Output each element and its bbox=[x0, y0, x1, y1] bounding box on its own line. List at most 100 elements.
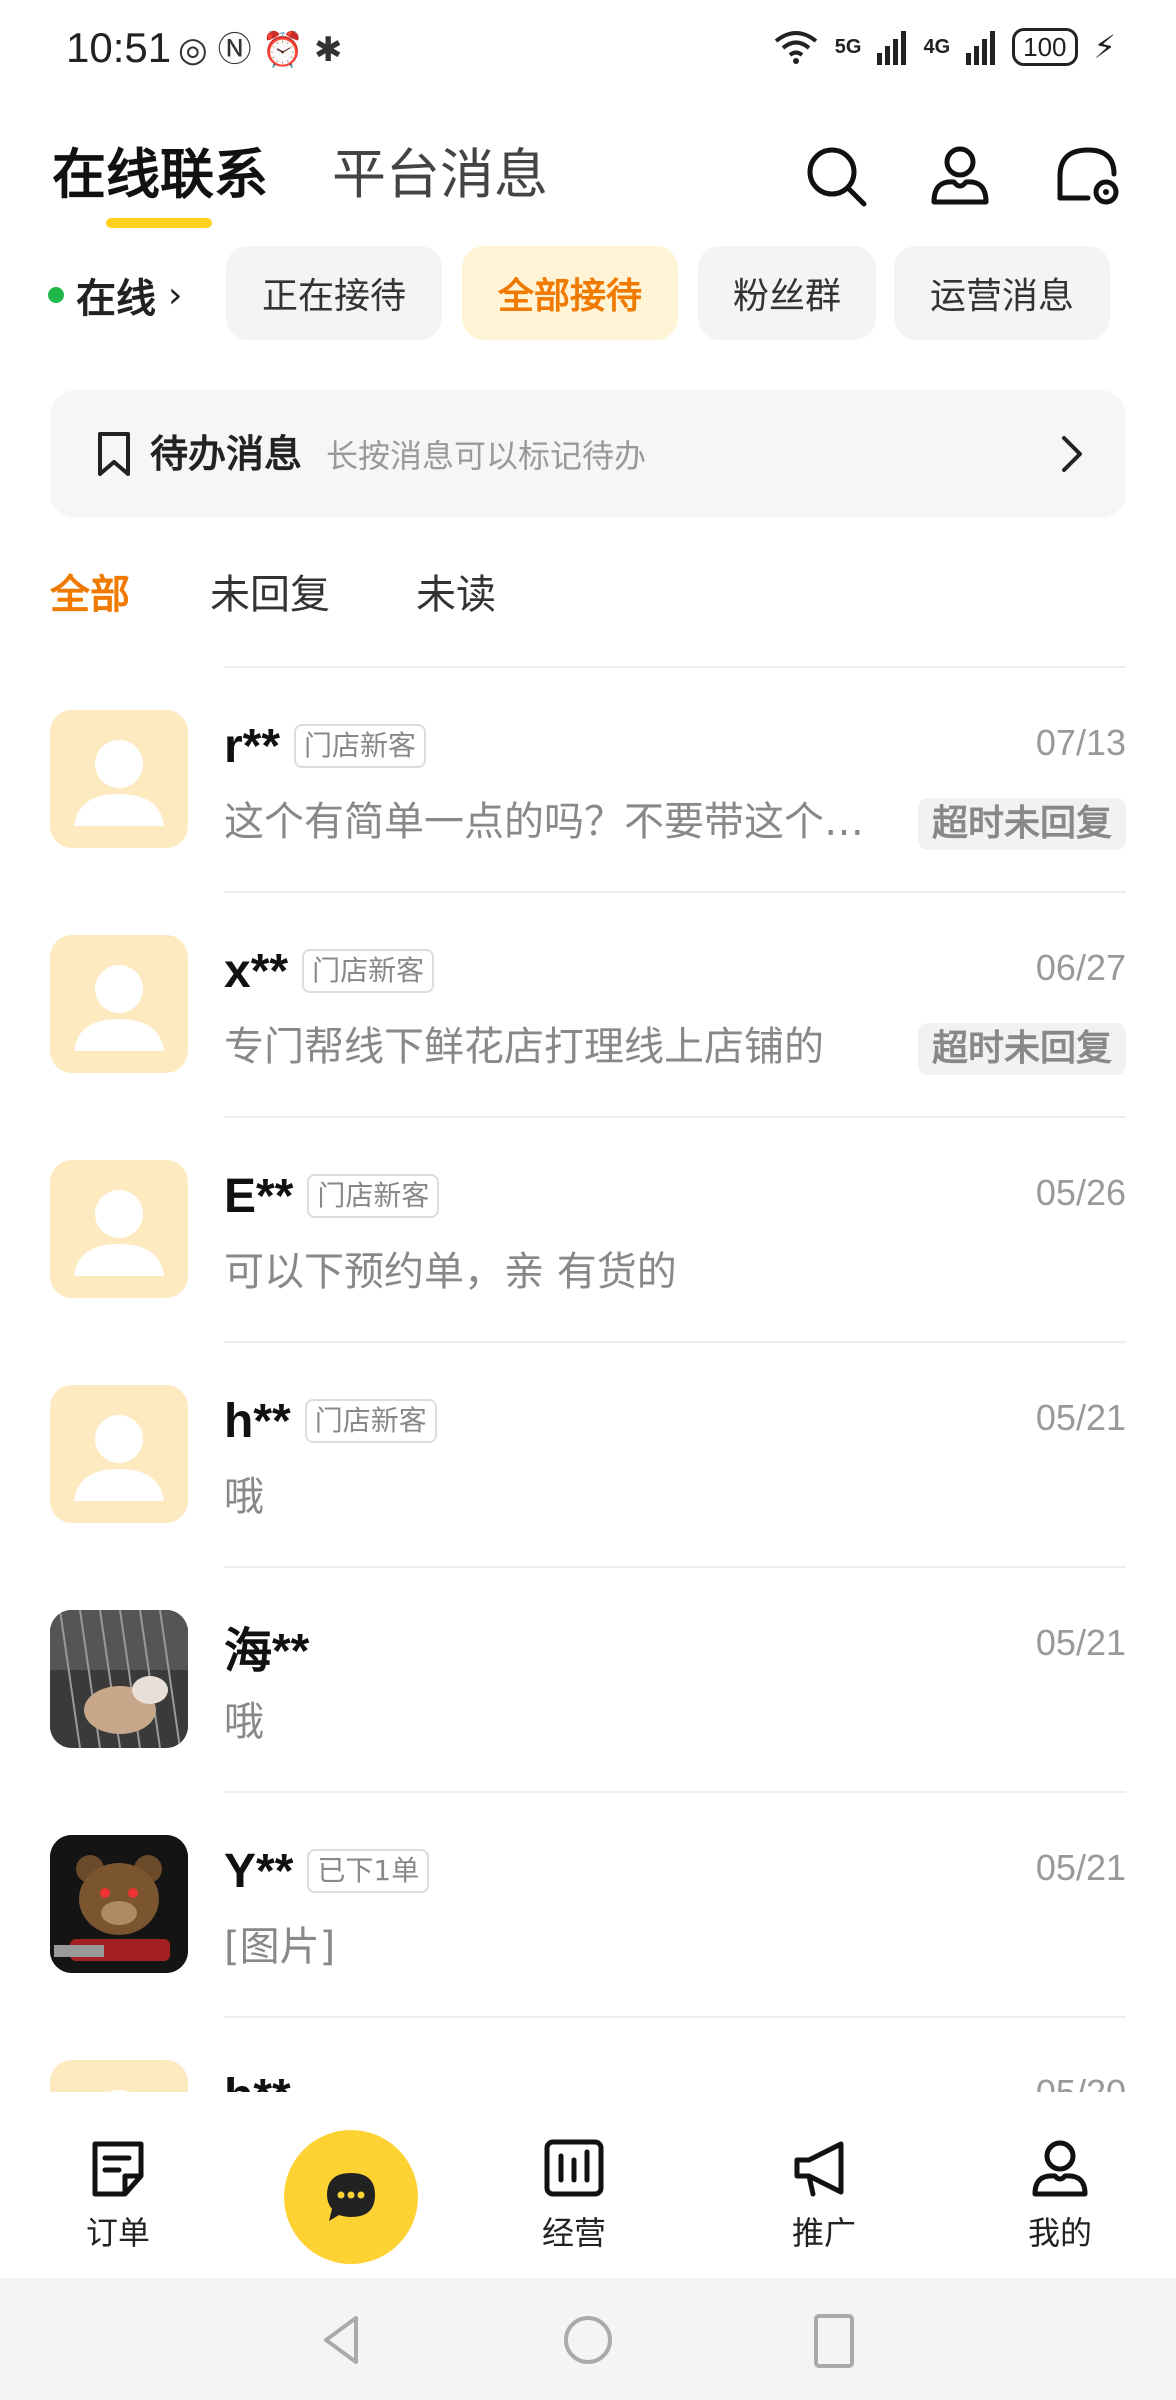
message-date: 05/21 bbox=[1035, 1397, 1126, 1438]
nav-profile-label: 我的 bbox=[1027, 2214, 1092, 2252]
home-icon[interactable] bbox=[558, 2310, 618, 2370]
clock: 10:51 bbox=[66, 24, 172, 71]
bluetooth-icon: ✱ bbox=[314, 30, 343, 70]
message-date: 06/27 bbox=[1035, 947, 1126, 988]
nav-promote-label: 推广 bbox=[791, 2214, 856, 2252]
chip-operation-messages[interactable]: 运营消息 bbox=[894, 246, 1110, 340]
online-status-label: 在线 bbox=[76, 276, 156, 322]
bottom-navigation: 订单 经营 推广 我的 bbox=[0, 2092, 1176, 2278]
contact-name: h** bbox=[224, 2069, 291, 2093]
order-icon bbox=[92, 2141, 144, 2197]
message-preview: 哦 bbox=[224, 1474, 264, 1520]
conversation-list: r** 门店新客 07/13 这个有简单一点的吗？不要带这个这种的 超时未回复 … bbox=[0, 666, 1176, 2092]
photo-avatar bbox=[50, 1835, 188, 1973]
message-date: 05/21 bbox=[1035, 1847, 1126, 1888]
message-subtabs: 全部 未回复 未读 bbox=[0, 560, 1176, 630]
tab-platform-messages[interactable]: 平台消息 bbox=[332, 140, 548, 210]
conversation-row[interactable]: r** 门店新客 07/13 这个有简单一点的吗？不要带这个这种的 超时未回复 bbox=[0, 666, 1176, 891]
profile-icon bbox=[1032, 2140, 1088, 2197]
nav-business-label: 经营 bbox=[541, 2214, 606, 2252]
contact-name: 海** bbox=[224, 1625, 310, 1678]
todo-title: 待办消息 bbox=[150, 432, 303, 476]
message-date: 07/13 bbox=[1035, 722, 1126, 763]
message-preview: 可以下预约单，亲 有货的 bbox=[224, 1249, 677, 1295]
alarm-icon: ⏰ bbox=[261, 30, 305, 70]
signal-icon-2 bbox=[966, 31, 996, 65]
signal-5g-label: 5G bbox=[834, 35, 862, 58]
charging-icon: ⚡ bbox=[1093, 28, 1116, 66]
message-date: 05/20 bbox=[1036, 2072, 1126, 2092]
message-preview: 这个有简单一点的吗？不要带这个这种的 bbox=[224, 799, 884, 845]
contact-name: h** bbox=[224, 1394, 291, 1448]
nav-promote[interactable]: 推广 bbox=[754, 2136, 894, 2254]
conversation-row[interactable]: h** 05/20 bbox=[0, 2016, 1176, 2092]
chevron-right-icon: › bbox=[168, 274, 183, 316]
subtab-unreplied[interactable]: 未回复 bbox=[210, 560, 330, 630]
default-avatar-icon bbox=[50, 935, 188, 1073]
customer-tag: 门店新客 bbox=[304, 1399, 437, 1443]
default-avatar-icon bbox=[50, 2060, 188, 2092]
photo-avatar bbox=[50, 1610, 188, 1748]
nav-profile[interactable]: 我的 bbox=[990, 2136, 1130, 2254]
contact-name: Y** bbox=[224, 1844, 294, 1898]
customer-tag: 门店新客 bbox=[302, 949, 435, 993]
customer-tag: 已下1单 bbox=[307, 1849, 430, 1893]
message-preview: 哦 bbox=[224, 1699, 264, 1745]
wifi-icon bbox=[774, 31, 818, 64]
message-preview: 专门帮线下鲜花店打理线上店铺的 bbox=[224, 1024, 824, 1070]
system-indicators: 5G 4G 100 ⚡ bbox=[773, 28, 1116, 66]
contact-name: x** bbox=[224, 944, 289, 998]
contact-name: E** bbox=[224, 1169, 294, 1223]
contact-name: r** bbox=[224, 719, 281, 773]
conversation-row[interactable]: Y** 已下1单 05/21 [图片] bbox=[0, 1791, 1176, 2016]
notification-icons: ◎ Ⓝ ⏰ ✱ bbox=[178, 30, 343, 70]
chip-all-reception[interactable]: 全部接待 bbox=[462, 246, 678, 340]
megaphone-icon bbox=[794, 2141, 844, 2197]
customer-tag: 门店新客 bbox=[307, 1174, 440, 1218]
todo-hint: 长按消息可以标记待办 bbox=[326, 437, 647, 475]
todo-messages-bar[interactable]: 待办消息 长按消息可以标记待办 bbox=[50, 390, 1126, 518]
conversation-row[interactable]: E** 门店新客 05/26 可以下预约单，亲 有货的 bbox=[0, 1116, 1176, 1341]
conversation-row[interactable]: h** 门店新客 05/21 哦 bbox=[0, 1341, 1176, 1566]
back-icon[interactable] bbox=[312, 2310, 372, 2370]
system-navigation-bar bbox=[0, 2278, 1176, 2400]
reception-filter-row: 在线 › 正在接待 全部接待 粉丝群 运营消息 bbox=[0, 246, 1176, 340]
subtab-unread[interactable]: 未读 bbox=[416, 560, 496, 630]
chip-receiving[interactable]: 正在接待 bbox=[226, 246, 442, 340]
active-tab-indicator bbox=[106, 218, 212, 228]
online-status-toggle[interactable]: 在线 › bbox=[48, 266, 182, 324]
app-notification-icon: ◎ bbox=[178, 30, 208, 70]
online-dot-icon bbox=[48, 287, 64, 303]
overdue-badge: 超时未回复 bbox=[917, 1023, 1126, 1075]
overdue-badge: 超时未回复 bbox=[917, 798, 1126, 850]
default-avatar-icon bbox=[50, 1385, 188, 1523]
default-avatar-icon bbox=[50, 710, 188, 848]
chevron-right-icon bbox=[1062, 436, 1082, 472]
customer-service-icon[interactable] bbox=[1052, 140, 1124, 212]
nav-orders-label: 订单 bbox=[85, 2214, 150, 2252]
message-preview: [图片] bbox=[224, 1924, 336, 1970]
top-header: 在线联系 平台消息 bbox=[0, 120, 1176, 230]
message-date: 05/21 bbox=[1035, 1622, 1126, 1663]
user-icon[interactable] bbox=[924, 140, 996, 212]
customer-tag: 门店新客 bbox=[294, 724, 427, 768]
nav-chat[interactable] bbox=[284, 2130, 418, 2264]
nav-orders[interactable]: 订单 bbox=[48, 2136, 188, 2254]
signal-icon bbox=[877, 31, 907, 65]
chat-icon bbox=[327, 2173, 375, 2221]
subtab-all[interactable]: 全部 bbox=[50, 560, 130, 630]
message-date: 05/26 bbox=[1035, 1172, 1126, 1213]
default-avatar-icon bbox=[50, 1160, 188, 1298]
conversation-row[interactable]: 海** 05/21 哦 bbox=[0, 1566, 1176, 1791]
tab-online-contact[interactable]: 在线联系 bbox=[52, 140, 268, 210]
recents-icon[interactable] bbox=[804, 2310, 864, 2370]
status-bar: 10:51 ◎ Ⓝ ⏰ ✱ 5G 4G 100 ⚡ bbox=[0, 0, 1176, 100]
battery-indicator: 100 bbox=[1012, 28, 1078, 66]
search-icon[interactable] bbox=[800, 140, 872, 212]
chip-fan-group[interactable]: 粉丝群 bbox=[698, 246, 876, 340]
nav-business[interactable]: 经营 bbox=[504, 2136, 644, 2254]
signal-4g-label: 4G bbox=[923, 35, 951, 58]
conversation-row[interactable]: x** 门店新客 06/27 专门帮线下鲜花店打理线上店铺的 超时未回复 bbox=[0, 891, 1176, 1116]
bookmark-icon bbox=[98, 432, 130, 476]
business-icon bbox=[544, 2139, 604, 2197]
